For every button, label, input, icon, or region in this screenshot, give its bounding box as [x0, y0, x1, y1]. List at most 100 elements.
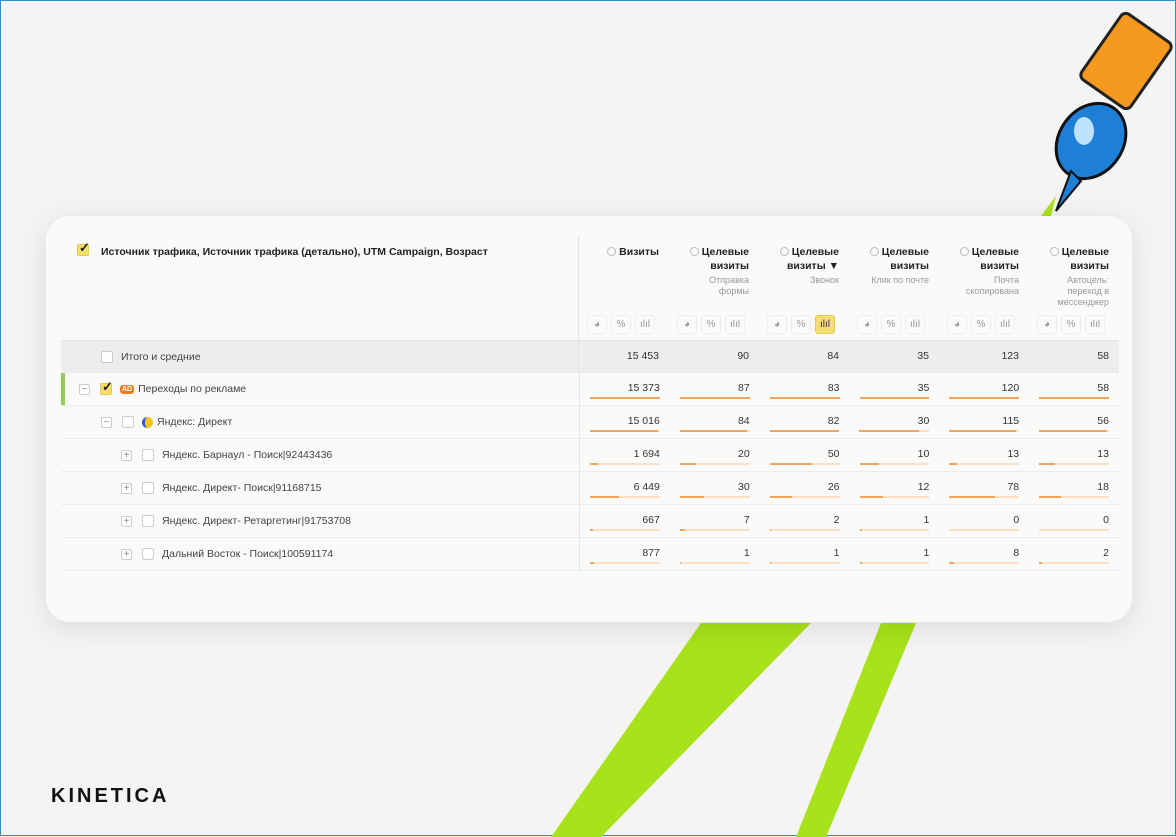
row-label[interactable]: Яндекс. Директ- Ретаргетинг|91753708	[162, 515, 351, 527]
metric-value: 0	[1103, 514, 1109, 526]
metric-cell: 120	[939, 373, 1029, 405]
expand-toggle[interactable]: +	[121, 515, 132, 527]
metric-value: 120	[1001, 382, 1020, 394]
table-row[interactable]: + Яндекс. Директ- Ретаргетинг|91753708 667…	[61, 505, 1119, 538]
value-bar	[1039, 463, 1109, 465]
row-label[interactable]: Дальний Восток - Поиск|100591174	[162, 548, 333, 560]
metric-title: Целевые визиты	[881, 246, 929, 272]
row-label[interactable]: Яндекс: Директ	[157, 416, 232, 428]
metric-header[interactable]: Целевые визиты Почта скопирована ◕% ılıl	[939, 236, 1029, 340]
bar-chart-icon[interactable]: ılıl	[905, 315, 925, 334]
metric-header[interactable]: Целевые визиты Отправка формы ◕% ılıl	[669, 236, 759, 340]
select-all-checkbox[interactable]	[77, 240, 90, 256]
value-bar	[949, 529, 1020, 531]
pie-chart-icon[interactable]: ◕	[947, 315, 967, 334]
pie-chart-icon[interactable]: ◕	[767, 315, 787, 334]
metric-value: 30	[737, 481, 750, 493]
total-value: 90	[737, 350, 749, 362]
value-bar	[679, 529, 750, 531]
dimensions-title[interactable]: Источник трафика, Источник трафика (дета…	[101, 246, 488, 258]
collapse-toggle[interactable]: −	[79, 383, 90, 395]
metric-cell: 30	[670, 472, 760, 504]
percent-icon[interactable]: %	[881, 315, 901, 334]
metric-title: Целевые визиты	[1061, 246, 1109, 272]
percent-icon[interactable]: %	[971, 315, 991, 334]
table-row[interactable]: − Яндекс: Директ 15 016 84 82 30 115 56	[61, 406, 1119, 439]
metric-goal: Автоцель: переход в мессенджер	[1057, 275, 1109, 307]
help-icon[interactable]	[607, 247, 617, 256]
metric-cell: 13	[1029, 439, 1119, 471]
bar-chart-icon[interactable]: ılıl	[815, 315, 835, 334]
row-checkbox[interactable]	[100, 379, 113, 395]
metric-cell: 1 694	[580, 439, 670, 471]
expand-toggle[interactable]: +	[121, 482, 132, 494]
metric-cell: 1	[850, 505, 940, 537]
bar-chart-icon[interactable]: ılıl	[995, 315, 1015, 334]
help-icon[interactable]	[1049, 247, 1059, 256]
metric-value: 84	[737, 415, 750, 427]
value-bar	[859, 496, 930, 498]
percent-icon[interactable]: %	[791, 315, 811, 334]
table-row[interactable]: − ADПереходы по рекламе 15 373 87 83 35 120 58	[61, 373, 1119, 406]
bar-chart-icon[interactable]: ılıl	[635, 315, 655, 334]
pie-chart-icon[interactable]: ◕	[677, 315, 697, 334]
bar-chart-icon[interactable]: ılıl	[1085, 315, 1105, 334]
expand-toggle[interactable]: +	[121, 548, 132, 560]
metric-cell: 58	[1029, 373, 1119, 405]
row-checkbox[interactable]	[142, 449, 154, 461]
row-checkbox[interactable]	[142, 548, 154, 560]
row-checkbox[interactable]	[142, 482, 154, 494]
help-icon[interactable]	[869, 247, 879, 256]
metric-header[interactable]: Целевые визиты Клик по почте ◕% ılıl	[849, 236, 939, 340]
value-bar	[949, 562, 1020, 564]
value-bar	[769, 562, 840, 564]
value-bar	[769, 397, 840, 399]
row-label[interactable]: Переходы по рекламе	[138, 383, 246, 395]
metric-goal: Отправка формы	[709, 275, 749, 296]
row-checkbox[interactable]	[142, 515, 154, 527]
help-icon[interactable]	[779, 247, 789, 256]
total-row: Итого и средние 15 453 90 84 35 123 58	[61, 341, 1119, 373]
total-checkbox[interactable]	[101, 350, 113, 363]
metric-cell: 83	[760, 373, 850, 405]
pie-chart-icon[interactable]: ◕	[1037, 315, 1057, 334]
table-row[interactable]: + Яндекс. Директ- Поиск|91168715 6 449 30 26…	[61, 472, 1119, 505]
green-stripe	[796, 623, 916, 837]
metric-goal: Звонок	[809, 275, 839, 285]
paint-tube-icon	[1054, 11, 1173, 212]
table-row[interactable]: + Яндекс. Барнаул - Поиск|92443436 1 694 20…	[61, 439, 1119, 472]
metric-cell: 78	[939, 472, 1029, 504]
row-label[interactable]: Яндекс. Директ- Поиск|91168715	[162, 482, 322, 494]
value-bar	[679, 430, 750, 432]
row-label[interactable]: Яндекс. Барнаул - Поиск|92443436	[162, 449, 332, 461]
metric-value: 115	[1002, 415, 1020, 427]
expand-toggle[interactable]: +	[121, 449, 132, 461]
pie-chart-icon[interactable]: ◕	[587, 315, 607, 334]
bar-chart-icon[interactable]: ılıl	[725, 315, 745, 334]
sort-desc-icon[interactable]: ▼	[829, 260, 839, 272]
help-icon[interactable]	[959, 247, 969, 256]
metric-value: 15 373	[627, 382, 660, 394]
metric-cell: 15 373	[580, 373, 670, 405]
value-bar	[590, 430, 660, 432]
metric-header[interactable]: Визиты ◕% ılıl	[579, 236, 669, 340]
table-row[interactable]: + Дальний Восток - Поиск|100591174 877 1 1 1 8…	[61, 538, 1119, 571]
metric-value: 82	[827, 415, 840, 427]
percent-icon[interactable]: %	[611, 315, 631, 334]
ad-badge-icon: AD	[120, 384, 135, 394]
value-bar	[1039, 562, 1109, 564]
metric-value: 78	[1007, 481, 1020, 493]
row-checkbox[interactable]	[122, 416, 134, 428]
metric-goal: Клик по почте	[871, 275, 929, 285]
metric-cell: 30	[849, 406, 939, 438]
metric-cell: 2	[1029, 538, 1119, 570]
percent-icon[interactable]: %	[701, 315, 721, 334]
pie-chart-icon[interactable]: ◕	[857, 315, 877, 334]
metric-header[interactable]: Целевые визиты Автоцель: переход в мессе…	[1029, 236, 1119, 340]
metric-header[interactable]: Целевые визиты ▼ Звонок ◕% ılıl	[759, 236, 849, 340]
help-icon[interactable]	[689, 247, 699, 256]
collapse-toggle[interactable]: −	[101, 416, 112, 428]
value-bar	[859, 430, 930, 432]
percent-icon[interactable]: %	[1061, 315, 1081, 334]
value-bar	[1039, 397, 1110, 399]
